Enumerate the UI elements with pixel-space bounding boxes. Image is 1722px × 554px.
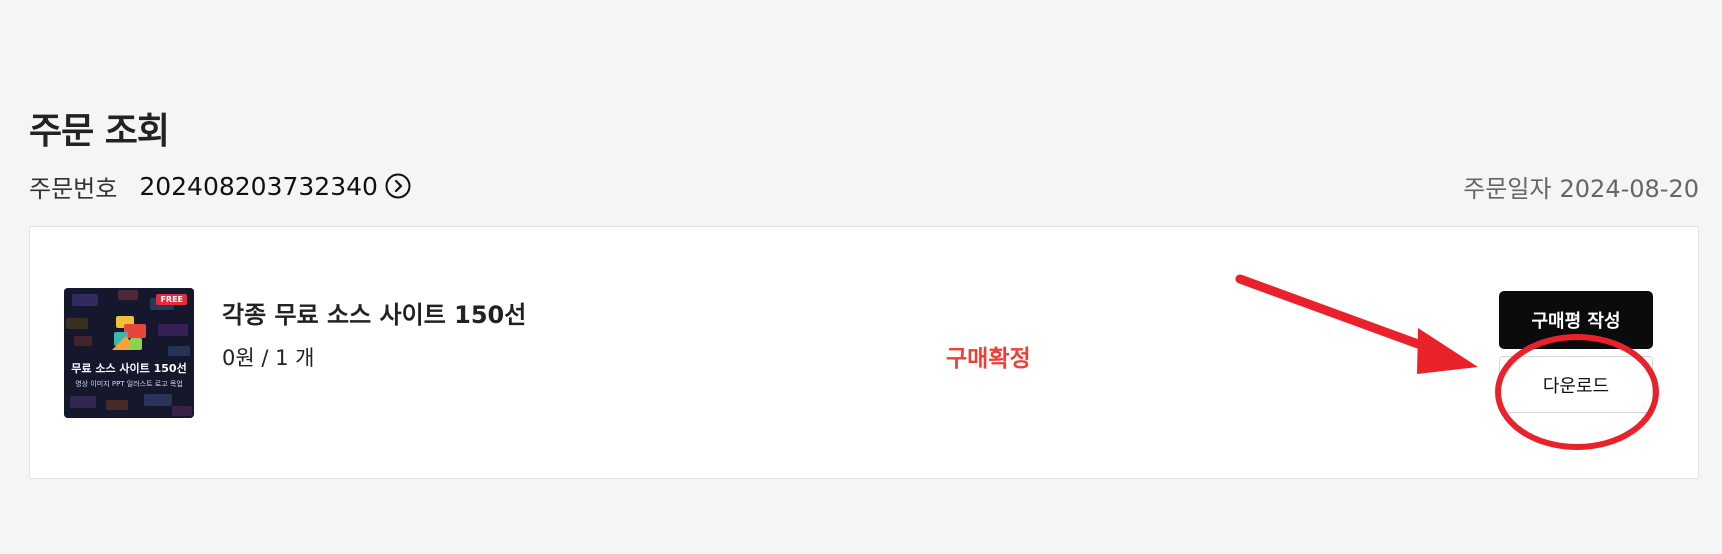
- product-thumbnail[interactable]: FREE 무료 소스 사이트 150선 영상 이미지 PPT 일러스트 로고 목…: [64, 288, 194, 418]
- order-info-row: 주문번호 202408203732340 주문일자 2024-08-20: [29, 168, 1699, 204]
- chevron-right-circle-icon[interactable]: [384, 172, 412, 200]
- order-item-card: FREE 무료 소스 사이트 150선 영상 이미지 PPT 일러스트 로고 목…: [29, 226, 1699, 479]
- order-status: 구매확정: [946, 346, 1031, 372]
- order-date-group: 주문일자 2024-08-20: [1463, 169, 1699, 204]
- thumbnail-background: [64, 288, 194, 418]
- order-number-group: 주문번호 202408203732340: [29, 169, 412, 204]
- order-date-label: 주문일자: [1463, 174, 1552, 203]
- write-review-button[interactable]: 구매평 작성: [1499, 291, 1653, 349]
- free-badge: FREE: [156, 294, 187, 305]
- product-name[interactable]: 각종 무료 소스 사이트 150선: [222, 295, 526, 330]
- download-button[interactable]: 다운로드: [1499, 356, 1653, 413]
- order-number: 202408203732340: [139, 171, 378, 201]
- product-price-quantity: 0원 / 1 개: [222, 346, 315, 370]
- order-number-label: 주문번호: [29, 174, 118, 203]
- thumbnail-subtitle: 영상 이미지 PPT 일러스트 로고 목업: [75, 380, 183, 388]
- thumbnail-title: 무료 소스 사이트 150선: [71, 362, 187, 375]
- page-title: 주문 조회: [29, 111, 170, 152]
- order-date-value: 2024-08-20: [1559, 174, 1699, 203]
